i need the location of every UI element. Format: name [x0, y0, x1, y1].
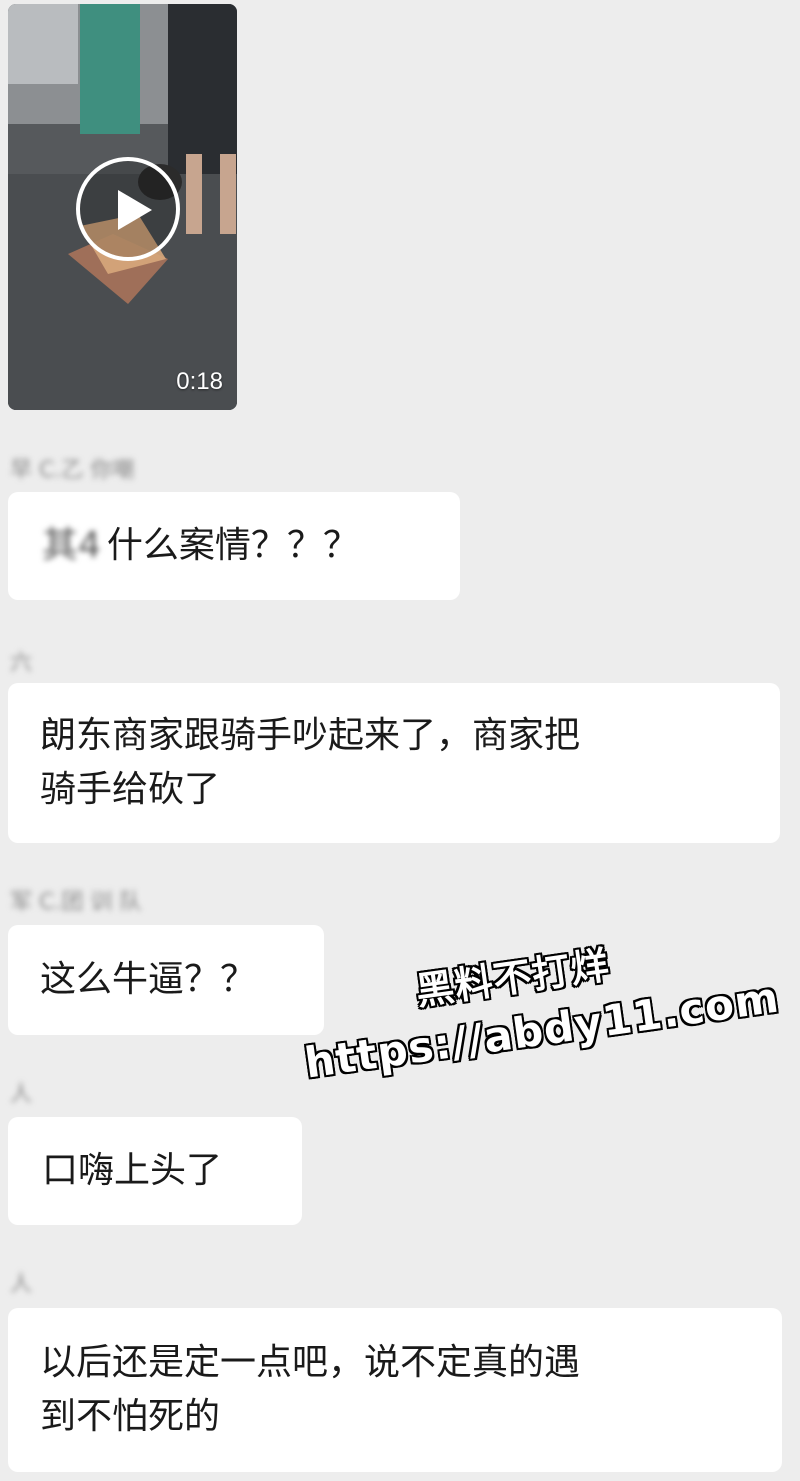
sender-name: 六 — [10, 645, 32, 677]
message-bubble[interactable]: 这么牛逼？？ — [8, 925, 324, 1035]
sender-name: 人 — [10, 1266, 32, 1298]
message-text: 朗东商家跟骑手吵起来了，商家把 — [40, 715, 581, 756]
blurred-sender-name: 军 C.团 训 队 — [10, 890, 142, 915]
message-bubble[interactable]: 以后还是定一点吧，说不定真的遇 到不怕死的 — [8, 1308, 782, 1472]
message-text: 到不怕死的 — [40, 1396, 221, 1437]
sender-name: 早 C.乙 你嘲 — [10, 452, 134, 484]
sender-name: 军 C.团 训 队 — [10, 884, 141, 916]
message-text: 骑手给砍了 — [40, 769, 221, 810]
blurred-sender-name: 早 C.乙 你嘲 — [10, 458, 135, 483]
message-bubble[interactable]: 朗东商家跟骑手吵起来了，商家把 骑手给砍了 — [8, 683, 780, 843]
sender-name: 人 — [10, 1076, 32, 1108]
video-duration: 0:18 — [176, 368, 223, 395]
message-text: 口嗨上头了 — [42, 1150, 223, 1191]
video-message[interactable]: 0:18 — [8, 4, 237, 410]
watermark: 黑料不打烊 https://abdy11.com — [292, 902, 798, 1119]
blurred-sender-name: 人 — [10, 1272, 33, 1297]
message-text: 这么牛逼？？ — [40, 959, 257, 1000]
blurred-sender-name: 人 — [10, 1082, 33, 1107]
message-bubble[interactable]: 口嗨上头了 — [8, 1117, 302, 1225]
message-text: 以后还是定一点吧，说不定真的遇 — [40, 1342, 581, 1383]
play-icon[interactable] — [76, 157, 180, 261]
message-text: 什么案情？？？ — [106, 525, 359, 566]
blurred-sender-name: 六 — [10, 651, 33, 676]
blurred-mention: 其4 — [42, 525, 101, 566]
message-bubble[interactable]: 其4 什么案情？？？ — [8, 492, 460, 600]
